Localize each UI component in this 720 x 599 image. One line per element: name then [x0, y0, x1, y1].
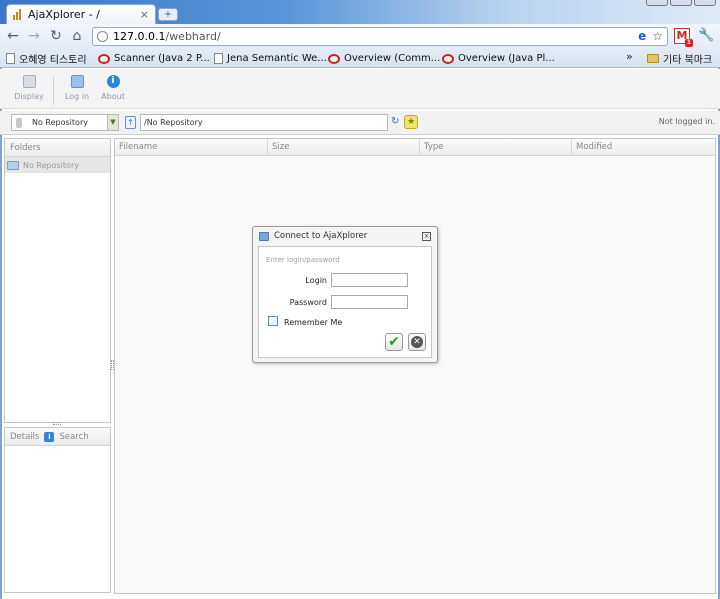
- display-icon: [22, 75, 36, 88]
- parent-folder-icon[interactable]: ↑: [125, 116, 136, 129]
- tab-search[interactable]: Search: [59, 432, 88, 442]
- file-list: Filename Size Type Modified: [114, 138, 716, 594]
- minimize-button[interactable]: [646, 0, 668, 6]
- location-bar: No Repository ▼ ↑ /No Repository ↻ ★ Not…: [0, 111, 720, 135]
- login-icon: [70, 75, 84, 88]
- new-tab-button[interactable]: +: [158, 8, 178, 21]
- toolbar-separator: [53, 77, 54, 105]
- folders-panel: Folders No Repository: [4, 138, 111, 423]
- dialog-body: Enter login/password Login Password Reme…: [258, 246, 432, 358]
- maximize-button[interactable]: [670, 0, 692, 6]
- cancel-x-icon: ✕: [411, 336, 423, 348]
- refresh-icon[interactable]: ↻: [391, 116, 402, 127]
- page-icon: [214, 53, 223, 64]
- wrench-menu-icon[interactable]: 🔧: [698, 28, 714, 43]
- bookmark-star-icon[interactable]: ☆: [652, 29, 663, 43]
- details-panel: Details i Search: [4, 427, 111, 593]
- other-bookmarks-folder[interactable]: 기타 북마크: [647, 51, 712, 66]
- column-header-type[interactable]: Type: [419, 139, 571, 155]
- password-field[interactable]: [331, 295, 408, 309]
- repository-icon: [16, 117, 22, 128]
- checkmark-icon: ✔: [388, 334, 400, 350]
- folder-icon: [647, 54, 659, 63]
- window-frame-left: [0, 68, 2, 599]
- folder-icon: [7, 160, 19, 170]
- bookmarks-bar: 오혜영 티스토리 Scanner (Java 2 P... Jena Seman…: [0, 49, 720, 68]
- navigation-bar: ← → ↻ ⌂ 127.0.0.1/webhard/ e ☆ M1 🔧: [0, 24, 720, 49]
- dialog-title-bar: Connect to AjaXplorer ×: [253, 227, 437, 245]
- ok-button[interactable]: ✔: [385, 333, 403, 351]
- remember-me-label: Remember Me: [284, 318, 343, 327]
- info-icon: i: [44, 431, 55, 442]
- folders-header: Folders: [5, 139, 110, 157]
- bookmark-item[interactable]: 오혜영 티스토리: [6, 51, 87, 66]
- display-button[interactable]: Display: [12, 75, 46, 107]
- app-toolbar: Display Log in i About: [0, 69, 720, 109]
- bookmark-item[interactable]: Jena Semantic We...: [214, 51, 327, 66]
- login-field[interactable]: [331, 273, 408, 287]
- oracle-icon: [328, 53, 340, 64]
- reload-icon[interactable]: ↻: [48, 28, 64, 44]
- column-header-size[interactable]: Size: [267, 139, 419, 155]
- login-label: Login: [305, 276, 327, 285]
- horizontal-splitter[interactable]: [53, 422, 61, 425]
- close-icon[interactable]: ×: [422, 231, 431, 241]
- about-button[interactable]: i About: [96, 75, 130, 107]
- browser-chrome: AjaXplorer - / × + ← → ↻ ⌂ 127.0.0.1/web…: [0, 0, 720, 68]
- remember-me-checkbox[interactable]: [268, 316, 278, 326]
- forward-arrow-icon[interactable]: →: [26, 28, 42, 44]
- page-icon: [6, 53, 15, 64]
- oracle-icon: [442, 53, 454, 64]
- bookmarks-overflow-icon[interactable]: »: [626, 50, 633, 63]
- repository-select[interactable]: No Repository ▼: [11, 114, 119, 131]
- login-dialog: Connect to AjaXplorer × Enter login/pass…: [252, 226, 438, 363]
- column-header-filename[interactable]: Filename: [115, 139, 267, 155]
- url-text: 127.0.0.1/webhard/: [113, 30, 221, 43]
- login-status: Not logged in.: [658, 117, 715, 126]
- folder-tree-item[interactable]: No Repository: [5, 157, 110, 173]
- bookmark-add-icon[interactable]: ★: [404, 115, 418, 129]
- ajaxplorer-favicon-icon: [13, 9, 23, 20]
- gmail-checker-icon[interactable]: M1: [674, 28, 693, 47]
- tab-title: AjaXplorer - /: [28, 8, 100, 21]
- bookmark-item[interactable]: Overview (Comm...: [328, 51, 440, 66]
- page-info-icon[interactable]: [97, 31, 108, 42]
- login-icon: [259, 231, 269, 241]
- tab-close-icon[interactable]: ×: [140, 8, 149, 21]
- oracle-icon: [98, 53, 110, 64]
- details-header: Details i Search: [5, 428, 110, 446]
- chevron-down-icon[interactable]: ▼: [107, 115, 118, 130]
- bookmark-item[interactable]: Scanner (Java 2 P...: [98, 51, 210, 66]
- tab-details[interactable]: Details: [10, 432, 39, 442]
- home-icon[interactable]: ⌂: [69, 28, 85, 44]
- back-arrow-icon[interactable]: ←: [5, 28, 21, 44]
- bookmark-item[interactable]: Overview (Java Pl...: [442, 51, 555, 66]
- column-header-modified[interactable]: Modified: [571, 139, 715, 155]
- browser-tab[interactable]: AjaXplorer - / ×: [6, 4, 156, 24]
- dialog-title: Connect to AjaXplorer: [274, 231, 368, 241]
- title-bar: AjaXplorer - / × +: [0, 0, 720, 24]
- window-controls: [646, 0, 716, 6]
- login-button[interactable]: Log in: [60, 75, 94, 107]
- ie-tab-icon[interactable]: e: [638, 29, 646, 43]
- path-input[interactable]: /No Repository: [140, 114, 388, 131]
- address-bar[interactable]: 127.0.0.1/webhard/ e ☆: [92, 27, 668, 46]
- about-info-icon: i: [106, 75, 120, 88]
- close-window-button[interactable]: [694, 0, 716, 6]
- login-hint: Enter login/password: [266, 256, 340, 264]
- file-list-header: Filename Size Type Modified: [115, 139, 715, 156]
- cancel-button[interactable]: ✕: [408, 333, 426, 351]
- password-label: Password: [289, 298, 327, 307]
